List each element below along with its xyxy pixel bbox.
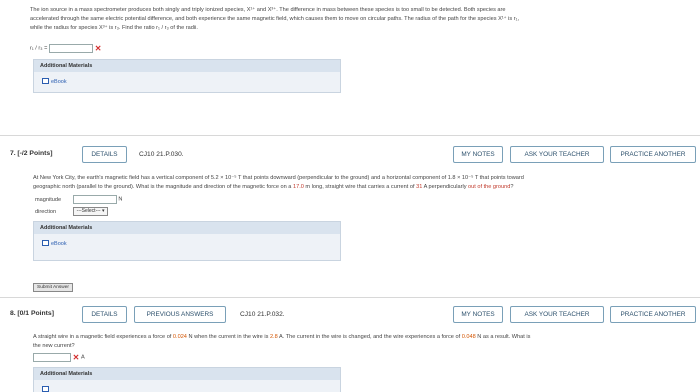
q8-force1-value: 0.024 <box>172 334 187 340</box>
q6-question-text: The ion source in a mass spectrometer pr… <box>30 6 692 33</box>
direction-select[interactable]: ---Select--- ▾ <box>72 207 109 216</box>
submit-answer-button[interactable]: Submit Answer <box>33 283 73 292</box>
q8-text-line2: the new current? <box>33 343 75 349</box>
ebook-link[interactable]: eBook <box>34 72 340 92</box>
q6-text-line1: The ion source in a mass spectrometer pr… <box>30 7 506 13</box>
q8-answer-unit: A <box>81 354 85 361</box>
q7-problem-code: CJ10 21.P.030. <box>139 151 184 158</box>
ebook-icon <box>42 78 49 84</box>
q8-points: [0/1 Points] <box>17 310 54 317</box>
q7-length-value: 17.0 <box>292 184 304 190</box>
ebook-icon <box>42 240 49 246</box>
q6-answer-input[interactable] <box>49 44 94 53</box>
q7-additional-materials: Additional Materials eBook <box>33 221 341 261</box>
q7-direction-phrase: out of the ground <box>468 184 511 190</box>
magnitude-input[interactable] <box>72 195 117 204</box>
my-notes-button[interactable]: MY NOTES <box>453 306 503 323</box>
ask-your-teacher-button[interactable]: ASK YOUR TEACHER <box>510 146 604 163</box>
additional-materials-header: Additional Materials <box>34 222 340 234</box>
ebook-label: eBook <box>51 79 67 85</box>
q8-answer-input[interactable] <box>33 353 71 362</box>
direction-label: direction <box>35 208 57 215</box>
q7-text-part: ? <box>510 184 514 190</box>
direction-select-value: ---Select--- <box>76 208 101 214</box>
q7-direction-row: direction ---Select--- ▾ <box>35 207 109 216</box>
my-notes-button[interactable]: MY NOTES <box>453 146 503 163</box>
ebook-label: eBook <box>51 241 67 247</box>
q8-additional-materials: Additional Materials <box>33 367 341 392</box>
q8-number: 8. <box>10 310 16 317</box>
section-divider <box>0 135 700 136</box>
ebook-link[interactable]: eBook <box>34 234 340 260</box>
magnitude-label: magnitude <box>35 196 62 203</box>
details-button[interactable]: DETAILS <box>82 306 127 323</box>
q7-magnitude-row: magnitude N <box>35 195 122 204</box>
q6-text-line3: while the radius for species X³⁺ is r₃. … <box>30 25 198 31</box>
incorrect-x-icon: ✕ <box>72 353 80 362</box>
q7-points: [-/2 Points] <box>17 150 53 157</box>
submit-answer-wrap: Submit Answer <box>33 283 73 292</box>
ebook-icon <box>42 386 49 392</box>
ebook-link[interactable] <box>34 380 340 392</box>
q7-header-label: 7. [-/2 Points] <box>10 150 52 157</box>
q7-question-text: At New York City, the earth's magnetic f… <box>33 174 693 192</box>
q6-text-line2: accelerated through the same electric po… <box>30 16 520 22</box>
q8-text-part: N as a result. What is <box>475 334 531 340</box>
q8-current1-value: 2.8 <box>269 334 278 340</box>
q7-text-part: A perpendicularly <box>422 184 469 190</box>
q8-text-part: A straight wire in a magnetic field expe… <box>33 334 173 340</box>
q8-text-part: A. The current in the wire is changed, a… <box>277 334 462 340</box>
q7-text-part: geographic north (parallel to the ground… <box>33 184 293 190</box>
q6-answer-row: r₁ / r₃ = ✕ <box>30 44 101 53</box>
q8-header-label: 8. [0/1 Points] <box>10 310 54 317</box>
ask-your-teacher-button[interactable]: ASK YOUR TEACHER <box>510 306 604 323</box>
q8-force2-value: 0.048 <box>461 334 476 340</box>
q6-additional-materials: Additional Materials eBook <box>33 59 341 93</box>
chevron-down-icon: ▾ <box>101 208 105 214</box>
q8-text-part: N when the current in the wire is <box>186 334 270 340</box>
previous-answers-button[interactable]: PREVIOUS ANSWERS <box>134 306 226 323</box>
additional-materials-header: Additional Materials <box>34 60 340 72</box>
incorrect-x-icon: ✕ <box>94 44 102 53</box>
q7-text-part: m long, straight wire that carries a cur… <box>303 184 417 190</box>
q7-text-line1: At New York City, the earth's magnetic f… <box>33 175 524 181</box>
additional-materials-header: Additional Materials <box>34 368 340 380</box>
q8-problem-code: CJ10 21.P.032. <box>240 311 285 318</box>
details-button[interactable]: DETAILS <box>82 146 127 163</box>
q7-number: 7. <box>10 150 16 157</box>
q7-text-line2: geographic north (parallel to the ground… <box>33 183 693 192</box>
q6-answer-label: r₁ / r₃ = <box>30 45 48 52</box>
magnitude-unit: N <box>118 196 123 203</box>
q8-question-text: A straight wire in a magnetic field expe… <box>33 333 695 351</box>
q8-text-line1: A straight wire in a magnetic field expe… <box>33 333 695 342</box>
practice-another-button[interactable]: PRACTICE ANOTHER <box>610 146 696 163</box>
practice-another-button[interactable]: PRACTICE ANOTHER <box>610 306 696 323</box>
q8-answer-row: ✕ A <box>33 353 85 362</box>
section-divider <box>0 297 700 298</box>
